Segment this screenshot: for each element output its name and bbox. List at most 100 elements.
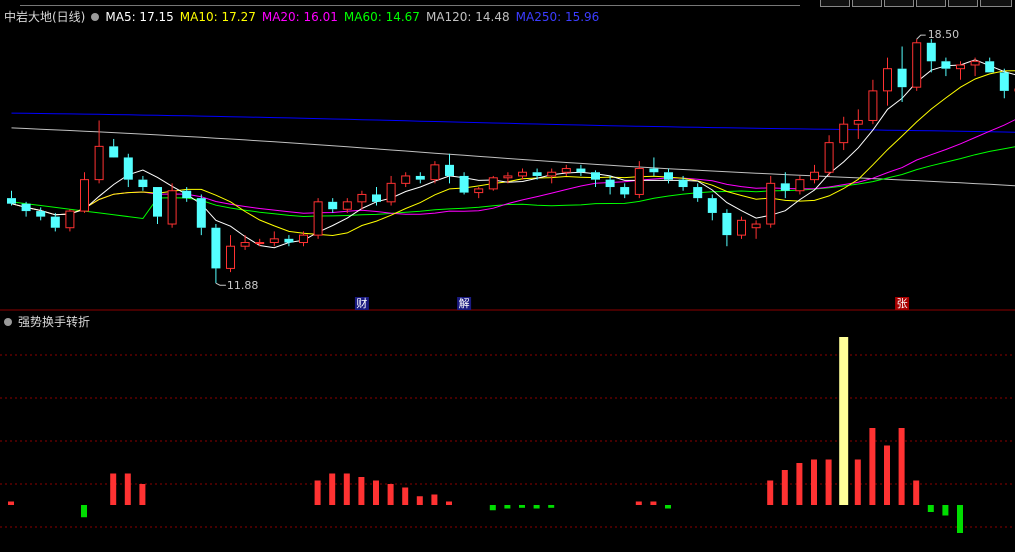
candle-body: [926, 42, 936, 62]
candle: [810, 164, 819, 184]
indicator-bar: [329, 473, 336, 505]
candle: [941, 57, 951, 77]
candle: [138, 175, 148, 191]
indicator-bar: [387, 484, 394, 505]
indicator-bar: [957, 505, 963, 533]
candle: [401, 172, 411, 188]
candle-body: [664, 172, 673, 180]
candle: [415, 172, 425, 184]
candle-body: [50, 216, 60, 228]
candle-body: [693, 187, 703, 199]
candle: [226, 235, 235, 273]
indicator-bar: [8, 501, 14, 505]
candle: [795, 175, 805, 195]
candle-body: [883, 68, 892, 92]
ma250-label: MA250: 15.96: [515, 9, 600, 24]
candle: [737, 216, 746, 239]
candle: [722, 209, 732, 247]
candle-body: [561, 168, 571, 173]
settings-dot-icon[interactable]: [91, 12, 100, 21]
candle-body: [109, 146, 119, 158]
candle: [65, 209, 75, 232]
candle: [445, 153, 454, 184]
candle-body: [605, 179, 615, 188]
indicator-bar: [124, 473, 131, 505]
indicator-bar: [781, 470, 788, 505]
candle-body: [415, 175, 425, 180]
indicator-bar: [416, 496, 423, 505]
candle-body: [576, 168, 586, 173]
ma250-line: [11, 112, 1015, 133]
candle-body: [196, 198, 206, 228]
candle: [591, 170, 600, 188]
ma60-label: MA60: 14.67: [343, 9, 420, 24]
sub-legend: 强势换手转折: [4, 313, 90, 330]
candle-body: [474, 188, 484, 194]
candle-body: [795, 179, 805, 192]
indicator-bar: [796, 463, 803, 505]
candle-body: [65, 210, 75, 229]
event-marker-label: 张: [897, 297, 908, 310]
candle-body: [518, 171, 527, 177]
candle: [897, 46, 907, 102]
candle-body: [401, 175, 411, 184]
indicator-bar: [665, 505, 671, 509]
settings-dot-icon[interactable]: [4, 317, 12, 326]
indicator-bar: [504, 505, 511, 509]
candle-body: [970, 60, 980, 66]
candle-body: [634, 168, 644, 195]
indicator-bar: [431, 494, 438, 505]
candle: [664, 168, 673, 184]
candle-body: [547, 171, 557, 177]
indicator-bar: [884, 445, 890, 505]
indicator-bar: [489, 505, 496, 511]
candle: [430, 161, 440, 184]
candle: [80, 172, 89, 213]
indicator-bar: [110, 473, 117, 505]
candle-body: [737, 219, 746, 236]
stock-title: 中岩大地(日线): [4, 10, 86, 24]
event-markers[interactable]: 财解张: [354, 296, 910, 310]
candle-body: [985, 61, 995, 73]
candle-body: [138, 179, 148, 188]
candle: [766, 175, 776, 228]
grid: [0, 309, 1015, 528]
candle-body: [211, 227, 221, 269]
candle: [167, 183, 177, 228]
candle-body: [707, 198, 717, 213]
candle-body: [386, 182, 396, 203]
candle-body: [153, 187, 162, 217]
candle-body: [999, 72, 1009, 91]
candle: [488, 175, 498, 191]
candle: [459, 172, 469, 195]
candle: [357, 190, 367, 210]
candle: [211, 224, 221, 284]
candle: [912, 39, 922, 91]
candle: [824, 135, 834, 176]
candle-body: [459, 175, 469, 193]
candle: [123, 153, 133, 188]
candle: [518, 168, 527, 180]
indicator-bar: [343, 473, 350, 505]
ma5-line: [11, 59, 1015, 249]
candle-body: [649, 168, 659, 173]
candle-body: [328, 201, 338, 210]
candle: [547, 168, 557, 184]
high-pointer: [916, 34, 926, 40]
candle-body: [868, 90, 878, 121]
candle: [999, 68, 1009, 99]
candle-body: [313, 201, 323, 236]
candle-body: [941, 61, 951, 69]
moving-average-lines: [11, 59, 1015, 249]
candle-body: [123, 157, 133, 180]
candle: [985, 57, 995, 73]
candlestick-chart: 18.50 11.88 财 解 张: [0, 28, 1015, 533]
ma120-line: [11, 127, 1015, 187]
candle: [883, 57, 892, 106]
candle: [284, 235, 294, 247]
candle-body: [36, 211, 46, 217]
ma20-label: MA20: 16.01: [261, 9, 338, 24]
candle-body: [342, 201, 352, 210]
candle: [240, 235, 250, 250]
candle: [255, 238, 265, 247]
